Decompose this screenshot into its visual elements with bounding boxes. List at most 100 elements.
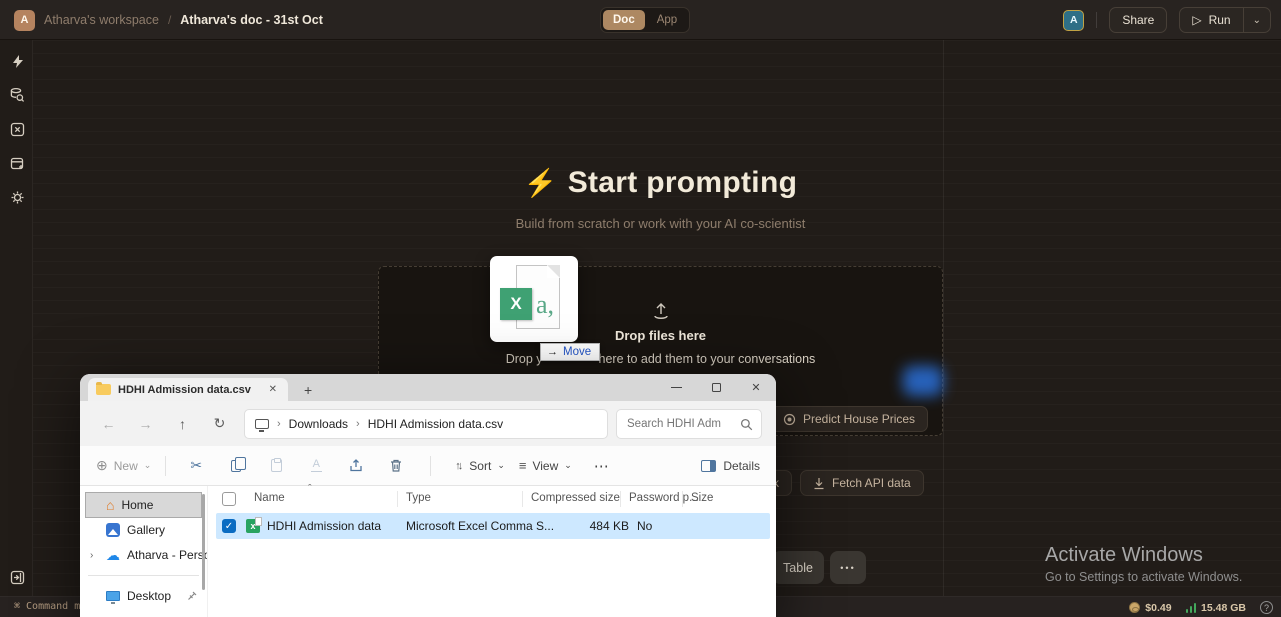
up-icon[interactable]: ↑: [164, 416, 201, 432]
table-label: Table: [783, 561, 813, 575]
breadcrumb-downloads[interactable]: Downloads: [289, 417, 348, 431]
upload-icon: [650, 301, 672, 321]
row-checkbox-checked[interactable]: ✓: [222, 519, 236, 533]
file-list: Name ˆ Type Compressed size Password p..…: [207, 486, 776, 617]
storage-value: 15.48 GB: [1201, 602, 1246, 614]
nav-label: Gallery: [127, 523, 165, 537]
paste-icon[interactable]: [256, 459, 296, 472]
chevron-down-icon: ⌄: [144, 460, 152, 471]
file-explorer-window: HDHI Admission data.csv ✕ + ✕ ← → ↑ ↻ › …: [80, 374, 776, 617]
new-button[interactable]: ⊕ New ⌄: [96, 457, 151, 474]
file-password-protected: No: [637, 519, 652, 533]
sidebar-item-home[interactable]: ⌂ Home: [86, 493, 201, 517]
settings-icon[interactable]: [8, 188, 26, 206]
nav-label: Home: [121, 498, 153, 512]
hero-subtitle: Build from scratch or work with your AI …: [378, 216, 943, 231]
explorer-body: ⌂ Home Gallery › ☁ Atharva - Person Desk…: [80, 486, 776, 617]
refresh-icon[interactable]: ↻: [201, 415, 238, 432]
maximize-button[interactable]: [696, 374, 736, 401]
select-all-checkbox[interactable]: [222, 492, 236, 506]
data-search-icon[interactable]: [8, 86, 26, 104]
plus-circle-icon: ⊕: [96, 457, 108, 474]
tab-close-icon[interactable]: ✕: [266, 384, 280, 395]
csv-a-glyph: a,: [536, 290, 554, 320]
user-avatar[interactable]: A: [1063, 10, 1084, 31]
predict-house-prices-button[interactable]: Predict House Prices: [770, 406, 928, 432]
run-options-button[interactable]: ⌄: [1243, 8, 1270, 32]
expander-icon[interactable]: ›: [90, 550, 93, 561]
pin-icon: [187, 591, 197, 601]
sidebar-item-gallery[interactable]: Gallery: [80, 518, 207, 542]
column-header-name[interactable]: Name: [254, 492, 285, 504]
cut-icon[interactable]: ✂: [176, 457, 216, 474]
column-separator[interactable]: [620, 491, 621, 507]
nav-separator: [88, 575, 199, 576]
app-window: A Atharva's workspace / Atharva's doc - …: [0, 0, 1281, 617]
run-button[interactable]: ▷ Run: [1180, 8, 1242, 32]
variable-icon[interactable]: [8, 120, 26, 138]
file-compressed-size: 484 KB: [539, 519, 629, 533]
sidebar-item-onedrive[interactable]: › ☁ Atharva - Person: [80, 543, 207, 567]
dragged-file-thumbnail[interactable]: X a,: [490, 256, 578, 342]
share-button[interactable]: Share: [1109, 7, 1167, 33]
schedule-icon[interactable]: [8, 154, 26, 172]
new-tab-button[interactable]: +: [304, 378, 312, 401]
column-separator[interactable]: [522, 491, 523, 507]
column-header-compressed-size[interactable]: Compressed size: [531, 492, 620, 504]
toolbar-divider: [430, 456, 431, 476]
fetch-api-data-button[interactable]: Fetch API data: [800, 470, 924, 496]
new-label: New: [114, 459, 138, 473]
share-icon[interactable]: [336, 459, 376, 472]
chevron-right-icon: ›: [356, 418, 360, 430]
topbar-actions: A Share ▷ Run ⌄: [1063, 0, 1271, 40]
collapse-sidebar-icon[interactable]: [8, 568, 26, 586]
nav-scrollbar[interactable]: [202, 494, 205, 590]
tab-doc[interactable]: Doc: [603, 10, 645, 30]
this-pc-icon: [255, 419, 269, 429]
search-input[interactable]: [617, 410, 735, 438]
chevron-right-icon: ›: [277, 418, 281, 430]
breadcrumb-current-folder[interactable]: HDHI Admission data.csv: [368, 417, 503, 431]
column-separator[interactable]: [397, 491, 398, 507]
more-commands-button[interactable]: ⋯: [594, 457, 609, 475]
view-button[interactable]: ≡ View ⌄: [519, 458, 572, 473]
column-header-size[interactable]: Size: [691, 492, 713, 504]
delete-icon[interactable]: [376, 459, 416, 472]
toolbar-divider: [165, 456, 166, 476]
cost-stat: $0.49: [1129, 602, 1171, 614]
workspace-link[interactable]: Atharva's workspace: [44, 13, 159, 27]
explorer-tab[interactable]: HDHI Admission data.csv ✕: [88, 378, 288, 401]
move-arrow-icon: →: [547, 346, 558, 358]
help-icon[interactable]: ?: [1260, 601, 1273, 614]
sort-button[interactable]: ↑↓ Sort ⌄: [455, 459, 505, 473]
copy-icon[interactable]: [216, 460, 256, 472]
drop-line-suffix: here to add them to your conversations: [599, 352, 816, 366]
explorer-command-bar: ⊕ New ⌄ ✂ A ↑↓ Sort ⌄: [80, 446, 776, 486]
gallery-icon: [106, 523, 120, 537]
nav-label: Atharva - Person: [127, 548, 207, 562]
flash-icon[interactable]: [8, 52, 26, 70]
address-bar[interactable]: › Downloads › HDHI Admission data.csv: [244, 409, 608, 439]
column-header-row: Name ˆ Type Compressed size Password p..…: [208, 486, 776, 513]
close-button[interactable]: ✕: [736, 374, 776, 401]
tab-app[interactable]: App: [647, 10, 687, 30]
fetch-label: Fetch API data: [832, 476, 911, 490]
drop-zone-content: Drop files here Drop y here to add them …: [379, 301, 942, 366]
sidebar-item-desktop[interactable]: Desktop: [80, 584, 207, 608]
more-options-button[interactable]: •••: [830, 551, 866, 584]
drag-move-tooltip: → Move: [540, 343, 600, 361]
back-icon[interactable]: ←: [90, 416, 127, 432]
column-header-type[interactable]: Type: [406, 492, 431, 504]
column-header-password[interactable]: Password p...: [629, 492, 699, 504]
table-row-selected[interactable]: ✓ x HDHI Admission data Microsoft Excel …: [216, 513, 770, 539]
table-view-button[interactable]: Table: [772, 551, 824, 584]
workspace-avatar[interactable]: A: [14, 10, 35, 31]
send-button-glow[interactable]: [903, 366, 943, 396]
minimize-button[interactable]: [656, 374, 696, 401]
rename-icon[interactable]: A: [296, 459, 336, 472]
forward-icon[interactable]: →: [127, 416, 164, 432]
column-separator[interactable]: [682, 491, 683, 507]
details-button[interactable]: Details: [701, 459, 760, 473]
breadcrumb-separator: /: [168, 13, 171, 27]
explorer-nav-pane: ⌂ Home Gallery › ☁ Atharva - Person Desk…: [80, 486, 207, 617]
